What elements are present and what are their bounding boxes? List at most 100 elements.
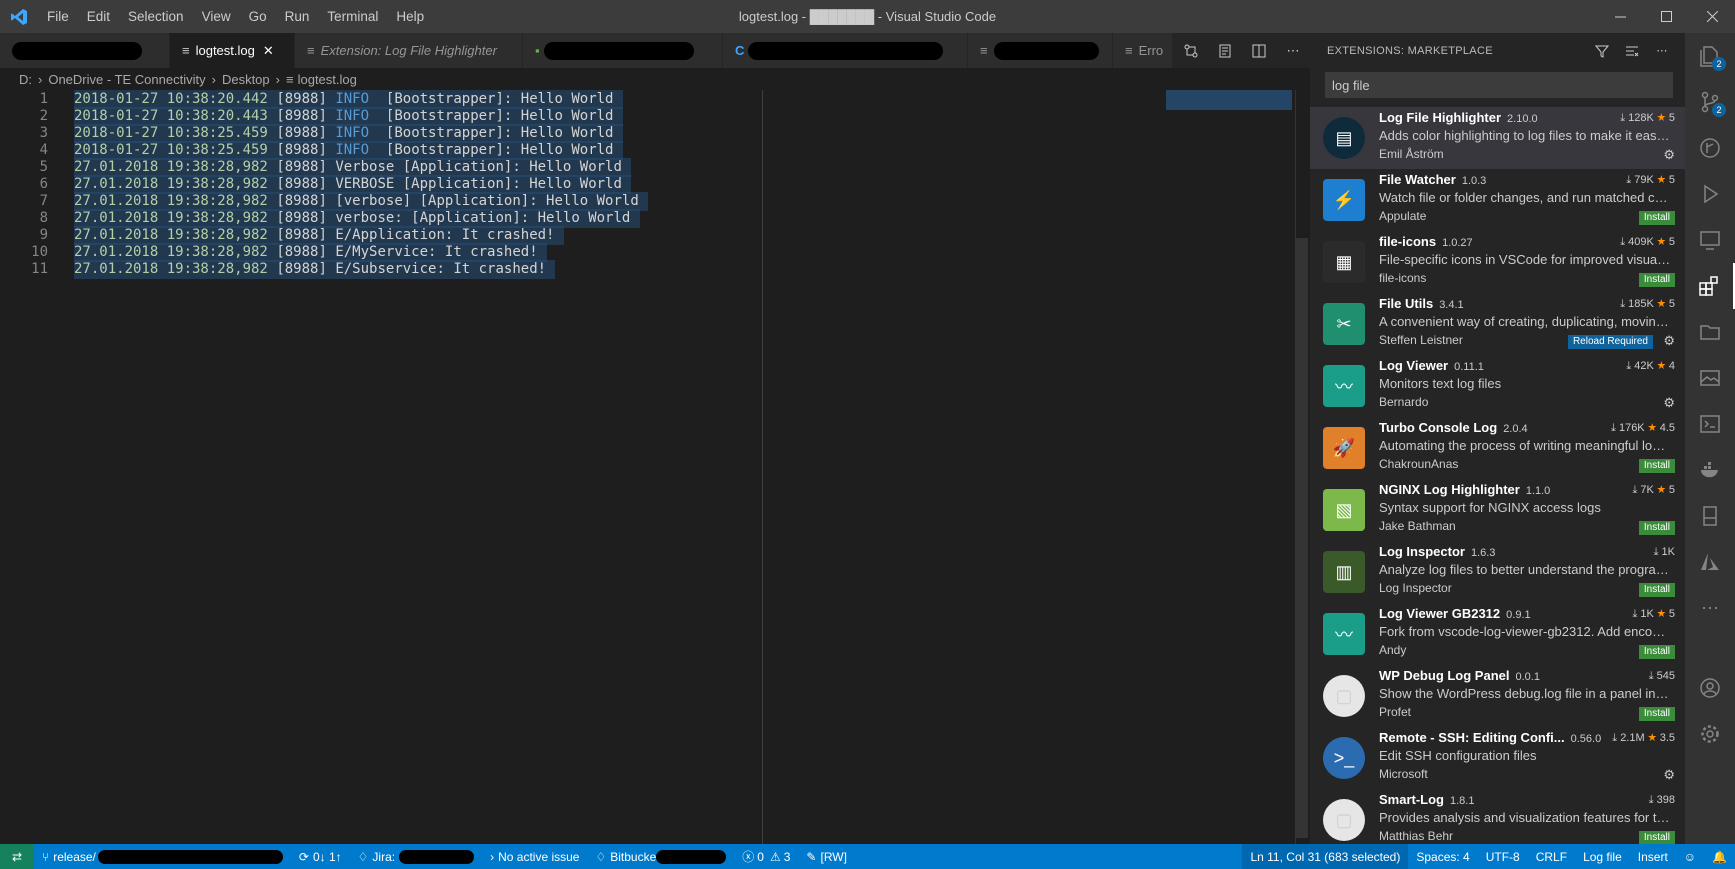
extension-title: Log Inspector	[1379, 544, 1465, 559]
docker-icon[interactable]	[1685, 447, 1735, 493]
extensions-search-input[interactable]	[1325, 72, 1673, 98]
jira-issue[interactable]: › No active issue	[482, 844, 587, 869]
minimize-icon[interactable]	[1597, 0, 1643, 33]
compare-changes-icon[interactable]	[1174, 33, 1208, 68]
install-button[interactable]: Install	[1638, 521, 1675, 535]
breadcrumb-desktop[interactable]: Desktop	[222, 72, 270, 87]
jira-status[interactable]: ♢ Jira:	[350, 844, 482, 869]
read-write-status[interactable]: ✎ [RW]	[798, 844, 855, 869]
vim-mode[interactable]: Insert	[1630, 844, 1676, 869]
source-control-icon[interactable]: 2	[1685, 79, 1735, 125]
manage-gear-icon[interactable]: ⚙	[1663, 767, 1675, 783]
cursor-position[interactable]: Ln 11, Col 31 (683 selected)	[1242, 844, 1409, 869]
extension-item[interactable]: 〰 Log Viewer GB2312 0.9.1 ⤓ 1K ★ 5 Fork from…	[1310, 603, 1685, 665]
git-branch[interactable]: ⑂ release/	[34, 844, 291, 869]
install-button[interactable]: Install	[1638, 211, 1675, 225]
maximize-icon[interactable]	[1643, 0, 1689, 33]
tab-redacted-3[interactable]: C	[723, 33, 968, 68]
menu-help[interactable]: Help	[387, 0, 433, 33]
more-actions-icon[interactable]: ⋯	[1276, 33, 1310, 68]
menu-run[interactable]: Run	[276, 0, 319, 33]
split-editor-icon[interactable]	[1242, 33, 1276, 68]
breadcrumb-file[interactable]: logtest.log	[298, 72, 357, 87]
menu-edit[interactable]: Edit	[78, 0, 119, 33]
file-lines-icon: ≡	[1125, 43, 1133, 58]
code-editor[interactable]: 1 2018-01-27 10:38:20.442 [8988] INFO [Bo…	[0, 90, 1310, 844]
more-actions-icon[interactable]: ⋯	[1647, 44, 1677, 57]
minimap-slider[interactable]	[1166, 90, 1292, 110]
tab-redacted-4[interactable]: ≡	[968, 33, 1113, 68]
azure-icon[interactable]	[1685, 539, 1735, 585]
tab-logtest-log[interactable]: ≡ logtest.log ✕	[170, 33, 295, 68]
encoding[interactable]: UTF-8	[1478, 844, 1528, 869]
extension-item[interactable]: ▤ Log File Highlighter 2.10.0 ⤓ 128K ★ 5 Add…	[1310, 107, 1685, 169]
more-views-icon[interactable]: ⋯	[1685, 585, 1735, 631]
git-graph-icon[interactable]	[1685, 125, 1735, 171]
open-preview-icon[interactable]	[1208, 33, 1242, 68]
extension-description: Analyze log files to better understand t…	[1379, 562, 1672, 577]
run-debug-icon[interactable]	[1685, 171, 1735, 217]
bitbucket-status[interactable]: ♢ Bitbucke	[587, 844, 734, 869]
menu-terminal[interactable]: Terminal	[318, 0, 387, 33]
extension-item[interactable]: ▢ WP Debug Log Panel 0.0.1 ⤓ 545 Show the Wo…	[1310, 665, 1685, 727]
remote-explorer-icon[interactable]	[1685, 217, 1735, 263]
tab-redacted-1[interactable]	[0, 33, 170, 68]
scrollbar-thumb[interactable]	[1296, 238, 1308, 838]
breadcrumb-onedrive[interactable]: OneDrive - TE Connectivity	[48, 72, 205, 87]
menu-file[interactable]: File	[38, 0, 78, 33]
accounts-icon[interactable]	[1685, 665, 1735, 711]
clear-extensions-icon[interactable]	[1617, 44, 1647, 58]
manage-gear-icon[interactable]: ⚙	[1663, 147, 1675, 163]
tab-errors[interactable]: ≡ Erro	[1113, 33, 1173, 68]
extension-item[interactable]: ▢ Smart-Log 1.8.1 ⤓ 398 Provides analysis an…	[1310, 789, 1685, 851]
end-of-line[interactable]: CRLF	[1528, 844, 1575, 869]
explorer-icon[interactable]: 2	[1685, 33, 1735, 79]
extension-item[interactable]: ▦ file-icons 1.0.27 ⤓ 409K ★ 5 File-specific…	[1310, 231, 1685, 293]
breadcrumb-drive[interactable]: D:	[19, 72, 32, 87]
close-window-icon[interactable]	[1689, 0, 1735, 33]
install-button[interactable]: Install	[1638, 645, 1675, 659]
language-mode[interactable]: Log file	[1575, 844, 1630, 869]
settings-gear-icon[interactable]	[1685, 711, 1735, 757]
indentation[interactable]: Spaces: 4	[1408, 844, 1477, 869]
extension-publisher: Bernardo	[1379, 395, 1429, 409]
tab-redacted-2[interactable]: ▪	[523, 33, 723, 68]
install-button[interactable]: Install	[1638, 707, 1675, 721]
rating-value: 4.5	[1659, 422, 1675, 434]
extensions-icon[interactable]	[1685, 263, 1735, 309]
manage-gear-icon[interactable]: ⚙	[1663, 333, 1675, 349]
menu-selection[interactable]: Selection	[119, 0, 193, 33]
image-preview-icon[interactable]	[1685, 355, 1735, 401]
install-button[interactable]: Install	[1638, 459, 1675, 473]
extension-item[interactable]: 〰 Log Viewer 0.11.1 ⤓ 42K ★ 4 Monitors text …	[1310, 355, 1685, 417]
line-content: 27.01.2018 19:38:28,982 [8988] E/Subserv…	[74, 260, 546, 279]
extension-item[interactable]: ▥ Log Inspector 1.6.3 ⤓ 1K Analyze log files…	[1310, 541, 1685, 603]
bookmarks-icon[interactable]	[1685, 493, 1735, 539]
extension-item[interactable]: ✂ File Utils 3.4.1 ⤓ 185K ★ 5 A convenient w…	[1310, 293, 1685, 355]
install-button[interactable]: Install	[1638, 831, 1675, 845]
notifications-bell-icon[interactable]: 🔔	[1704, 844, 1735, 869]
terminal-icon[interactable]	[1685, 401, 1735, 447]
menu-go[interactable]: Go	[240, 0, 276, 33]
close-tab-icon[interactable]: ✕	[263, 43, 274, 59]
filter-icon[interactable]	[1587, 44, 1617, 58]
extension-item[interactable]: ⚡ File Watcher 1.0.3 ⤓ 79K ★ 5 Watch file or…	[1310, 169, 1685, 231]
reload-required-button[interactable]: Reload Required	[1567, 335, 1653, 349]
install-button[interactable]: Install	[1638, 273, 1675, 287]
remote-indicator-icon[interactable]: ⇄	[0, 844, 34, 869]
tab-extension-log-file-highlighter[interactable]: ≡ Extension: Log File Highlighter	[295, 33, 523, 68]
extension-item[interactable]: 🚀 Turbo Console Log 2.0.4 ⤓ 176K ★ 4.5 Autom…	[1310, 417, 1685, 479]
download-icon: ⤓	[1620, 236, 1629, 248]
star-icon: ★	[1644, 732, 1660, 744]
problems-status[interactable]: ⓧ 0 ⚠ 3	[734, 844, 798, 869]
extension-item[interactable]: ▧ NGINX Log Highlighter 1.1.0 ⤓ 7K ★ 5 Synta…	[1310, 479, 1685, 541]
install-button[interactable]: Install	[1638, 583, 1675, 597]
manage-gear-icon[interactable]: ⚙	[1663, 395, 1675, 411]
menu-view[interactable]: View	[193, 0, 240, 33]
git-sync[interactable]: ⟳ 0↓ 1↑	[291, 844, 350, 869]
extension-stats: ⤓ 176K ★ 4.5	[1611, 422, 1675, 435]
project-manager-icon[interactable]	[1685, 309, 1735, 355]
feedback-icon[interactable]: ☺	[1676, 844, 1704, 869]
extension-item[interactable]: >_ Remote - SSH: Editing Confi... 0.56.0 ⤓ …	[1310, 727, 1685, 789]
extension-publisher: Appulate	[1379, 209, 1427, 223]
